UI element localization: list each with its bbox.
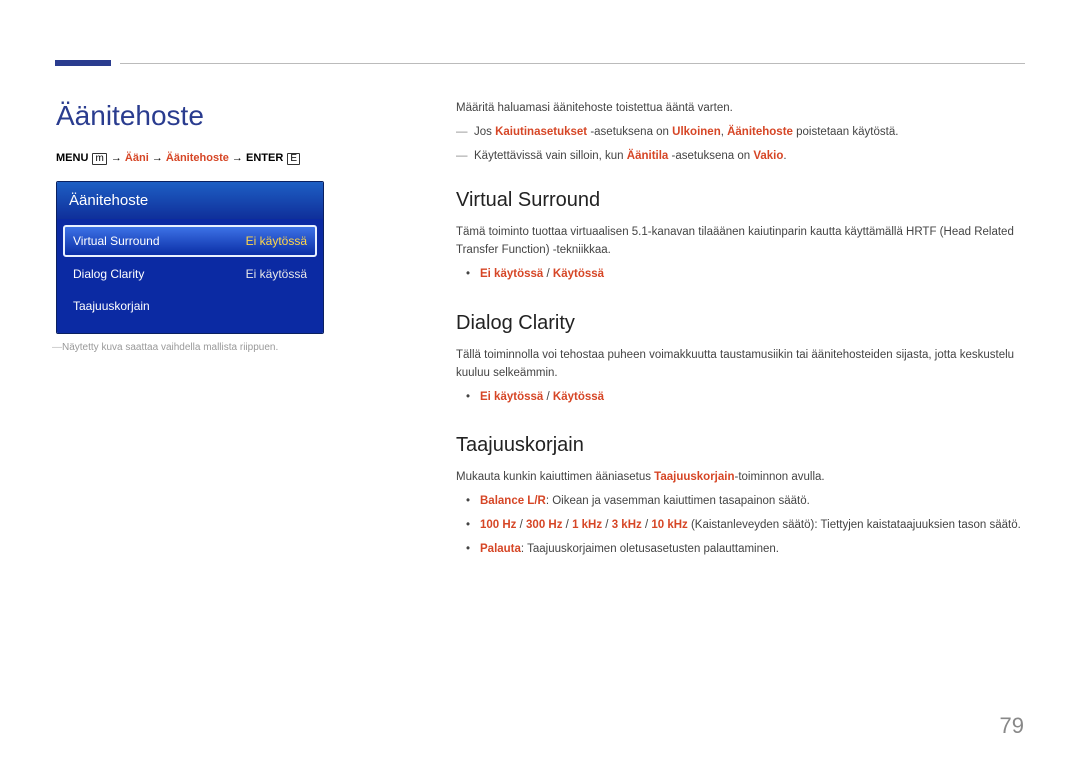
eq-sep: / [642,519,652,531]
dash-note-text: -asetuksena on [668,150,753,162]
enter-icon: E [287,153,300,165]
header-rule [120,63,1025,64]
eq-band: 300 Hz [526,519,562,531]
dash-note-2: Käytettävissä vain silloin, kun Äänitila… [456,148,1024,166]
header-accent [55,60,111,66]
dash-note-text: Jos [474,126,495,138]
osd-menu-row-label: Dialog Clarity [73,267,144,281]
eq-intro-text: Mukauta kunkin kaiuttimen ääniasetus [456,471,654,483]
dash-note-red: Ulkoinen [672,126,721,138]
eq-band: 10 kHz [651,519,687,531]
eq-item-rest: (Kaistanleveyden säätö): Tiettyjen kaist… [688,519,1021,531]
dash-note-text: . [783,150,786,162]
option-sep: / [543,268,553,280]
breadcrumb-enter: ENTER [246,152,283,164]
dash-note-1: Jos Kaiutinasetukset -asetuksena on Ulko… [456,124,1024,142]
osd-menu-row-dialog-clarity[interactable]: Dialog Clarity Ei käytössä [63,259,317,289]
breadcrumb-arrow: → [232,152,243,164]
dash-note-red: Äänitehoste [727,126,793,138]
dash-note-text: Käytettävissä vain silloin, kun [474,150,627,162]
page-number: 79 [1000,713,1024,739]
eq-item-balance: Balance L/R: Oikean ja vasemman kaiuttim… [480,493,1024,511]
menu-icon: m [92,153,106,165]
dash-note-red: Vakio [753,150,783,162]
eq-item-bands: 100 Hz / 300 Hz / 1 kHz / 3 kHz / 10 kHz… [480,517,1024,535]
section-virtual-surround-body: Tämä toiminto tuottaa virtuaalisen 5.1-k… [456,224,1024,260]
option-on: Käytössä [553,391,604,403]
eq-band: 100 Hz [480,519,516,531]
intro-text: Määritä haluamasi äänitehoste toistettua… [456,100,1024,118]
section-dialog-clarity-body: Tällä toiminnolla voi tehostaa puheen vo… [456,347,1024,383]
osd-menu-row-label: Taajuuskorjain [73,299,150,313]
osd-menu-box: Äänitehoste Virtual Surround Ei käytössä… [56,181,324,334]
breadcrumb-arrow: → [111,152,122,164]
breadcrumb-menu: MENU [56,152,88,164]
osd-menu-row-equalizer[interactable]: Taajuuskorjain [63,291,317,321]
option-item: Ei käytössä / Käytössä [480,389,1024,407]
dash-note-red: Kaiutinasetukset [495,126,587,138]
dash-note-red: Äänitila [627,150,669,162]
option-off: Ei käytössä [480,268,543,280]
section-equalizer-intro: Mukauta kunkin kaiuttimen ääniasetus Taa… [456,469,1024,487]
eq-item-label: Palauta [480,543,521,555]
page-title: Äänitehoste [56,100,416,132]
osd-menu-header: Äänitehoste [57,182,323,219]
option-off: Ei käytössä [480,391,543,403]
eq-band: 3 kHz [612,519,642,531]
eq-band: 1 kHz [572,519,602,531]
equalizer-items: Balance L/R: Oikean ja vasemman kaiuttim… [456,493,1024,558]
eq-sep: / [602,519,612,531]
breadcrumb-arrow: → [152,152,163,164]
virtual-surround-options: Ei käytössä / Käytössä [456,266,1024,284]
eq-item-rest: : Oikean ja vasemman kaiuttimen tasapain… [546,495,810,507]
left-column: Äänitehoste MENU m → Ääni → Äänitehoste … [56,100,416,565]
breadcrumb-path1: Ääni [125,152,149,164]
dash-note-text: poistetaan käytöstä. [793,126,898,138]
section-dialog-clarity-title: Dialog Clarity [456,308,1024,339]
eq-item-restore: Palauta: Taajuuskorjaimen oletusasetuste… [480,541,1024,559]
breadcrumb-path2: Äänitehoste [166,152,229,164]
osd-menu-row-value: Ei käytössä [246,267,307,281]
figure-note: Näytetty kuva saattaa vaihdella mallista… [56,342,416,353]
osd-menu-row-value: Ei käytössä [246,234,307,248]
section-equalizer-title: Taajuuskorjain [456,430,1024,461]
osd-menu-row-label: Virtual Surround [73,234,160,248]
dialog-clarity-options: Ei käytössä / Käytössä [456,389,1024,407]
option-on: Käytössä [553,268,604,280]
osd-menu-row-virtual-surround[interactable]: Virtual Surround Ei käytössä [63,225,317,257]
option-sep: / [543,391,553,403]
eq-item-rest: : Taajuuskorjaimen oletusasetusten palau… [521,543,779,555]
breadcrumb: MENU m → Ääni → Äänitehoste → ENTER E [56,152,416,165]
eq-intro-text: -toiminnon avulla. [734,471,824,483]
right-column: Määritä haluamasi äänitehoste toistettua… [416,100,1024,565]
page-content: Äänitehoste MENU m → Ääni → Äänitehoste … [0,0,1080,565]
osd-menu-body: Virtual Surround Ei käytössä Dialog Clar… [57,219,323,333]
option-item: Ei käytössä / Käytössä [480,266,1024,284]
eq-sep: / [516,519,526,531]
eq-sep: / [562,519,572,531]
eq-intro-red: Taajuuskorjain [654,471,734,483]
eq-item-label: Balance L/R [480,495,546,507]
section-virtual-surround-title: Virtual Surround [456,185,1024,216]
dash-note-text: -asetuksena on [587,126,672,138]
